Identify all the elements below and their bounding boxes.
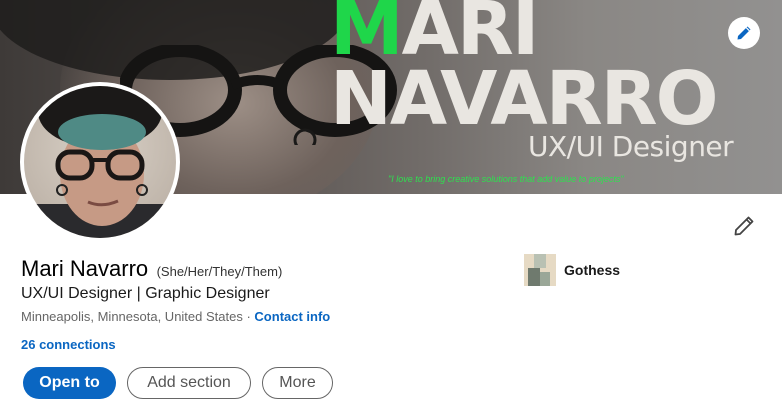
profile-card: MARI NAVARRO UX/UI Designer "I love to b… [0,0,782,416]
banner-tagline: "I love to bring creative solutions that… [388,174,624,184]
avatar-photo [24,86,176,238]
open-to-button[interactable]: Open to [23,367,116,399]
profile-headline: UX/UI Designer | Graphic Designer [21,285,270,302]
edit-banner-button[interactable] [728,17,760,49]
company-name: Gothess [564,262,621,278]
contact-info-link[interactable]: Contact info [254,309,330,324]
profile-pronouns: (She/Her/They/Them) [156,264,283,279]
profile-location: Minneapolis, Minnesota, United States [21,309,243,324]
location-row: Minneapolis, Minnesota, United States · … [21,309,330,324]
pencil-icon [737,26,751,40]
name-row: Mari Navarro (She/Her/They/Them) [21,256,282,282]
current-company[interactable]: Gothess [524,254,620,286]
company-logo-graphic [524,254,556,286]
banner-title-line1: MARI [330,0,770,66]
banner-title: MARI NAVARRO [330,0,770,142]
profile-name: Mari Navarro [21,256,149,281]
banner-subtitle: UX/UI Designer [528,130,734,163]
location-separator: · [242,309,255,324]
banner-title-line2: NAVARRO [330,56,719,142]
more-button[interactable]: More [262,367,333,399]
profile-avatar[interactable] [20,82,180,242]
edit-intro-button[interactable] [728,210,760,242]
pencil-icon [734,216,754,236]
company-logo [524,254,556,286]
add-section-button[interactable]: Add section [127,367,251,399]
connections-link[interactable]: 26 connections [21,337,116,352]
profile-actions: Open to Add section More [23,367,333,399]
